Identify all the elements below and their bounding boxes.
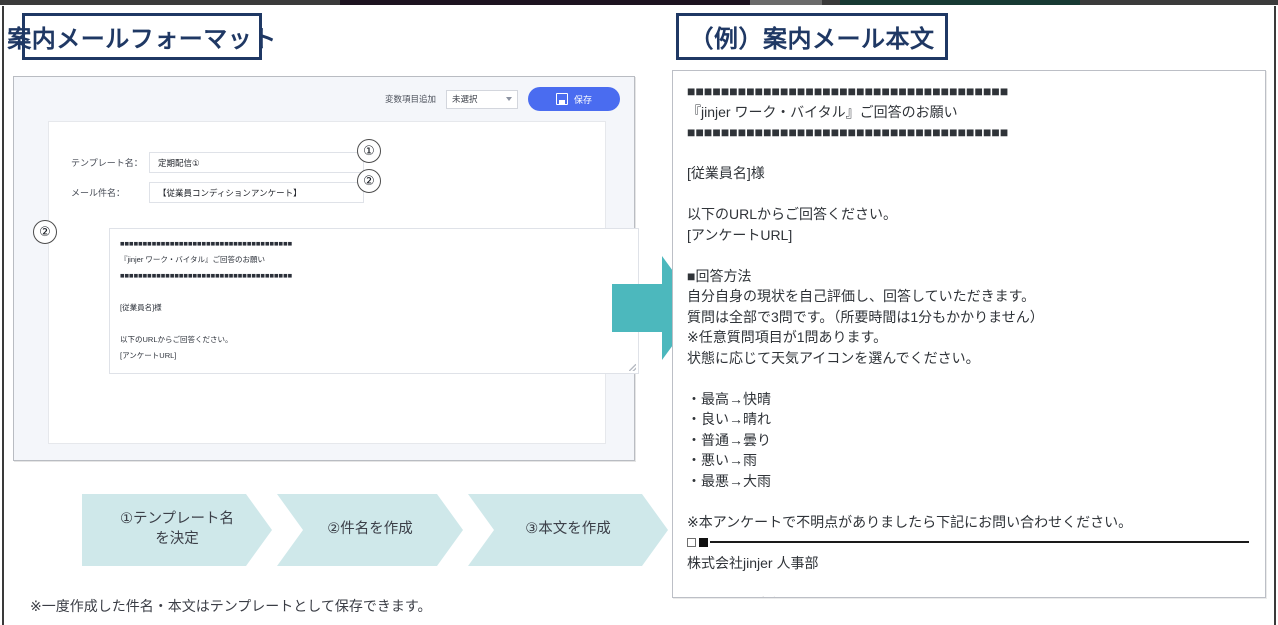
signature-top-rule (687, 532, 1251, 553)
save-button[interactable]: 保存 (528, 87, 620, 111)
variable-select[interactable]: 未選択 (446, 90, 518, 109)
template-name-row: テンプレート名： 定期配信① (71, 152, 364, 173)
mail-subject-label: メール件名： (71, 186, 149, 199)
template-name-input[interactable]: 定期配信① (149, 152, 364, 173)
footnote-text: ※一度作成した件名・本文はテンプレートとして保存できます。 (30, 596, 432, 616)
app-toolbar: 変数項目追加 未選択 保存 (385, 87, 620, 111)
step-chevron-1-label: ①テンプレート名 を決定 (120, 510, 234, 549)
step-chevron-2-label: ②件名を作成 (327, 520, 413, 540)
step-chevron-3: ③本文を作成 (468, 494, 668, 566)
slide-root: 案内メールフォーマット 変数項目追加 未選択 保存 テンプレート名： 定期配信①… (0, 0, 1278, 625)
page-frame-right-border (1274, 6, 1276, 625)
left-section-title-text: 案内メールフォーマット (7, 19, 277, 54)
process-steps: ①テンプレート名 を決定 ②件名を作成 ③本文を作成 (82, 494, 673, 566)
mail-subject-input[interactable]: 【従業員コンディションアンケート】 (149, 182, 364, 203)
mail-subject-row: メール件名： 【従業員コンディションアンケート】 (71, 182, 364, 203)
mail-preview-box: ■■■■■■■■■■■■■■■■■■■■■■■■■■■■■■■■■■■■■■ 『… (672, 70, 1266, 598)
page-frame-left-border (2, 6, 4, 625)
signature-company: 株式会社jinjer 人事部 (687, 553, 1251, 574)
signature-spacer (687, 573, 1251, 594)
mail-preview-body: ■■■■■■■■■■■■■■■■■■■■■■■■■■■■■■■■■■■■■■ 『… (687, 81, 1251, 532)
marker-circle-2: ② (357, 169, 381, 193)
app-screenshot-panel: 変数項目追加 未選択 保存 テンプレート名： 定期配信① メール件名： 【従業員… (13, 76, 635, 461)
top-chrome-strip (0, 0, 1278, 5)
step-chevron-3-label: ③本文を作成 (525, 520, 611, 540)
chevron-down-icon (506, 97, 512, 101)
resize-handle-icon[interactable] (629, 364, 636, 371)
signature-person: ジンジャー太郎 (687, 594, 1251, 599)
step-chevron-2: ②件名を作成 (277, 494, 463, 566)
variable-add-label: 変数項目追加 (385, 93, 436, 105)
right-section-title-text: （例）案内メール本文 (690, 19, 935, 54)
left-section-title: 案内メールフォーマット (22, 13, 262, 60)
floppy-disk-icon (556, 93, 568, 105)
save-button-label: 保存 (574, 93, 592, 106)
marker-circle-3: ② (33, 220, 57, 244)
mail-body-textarea[interactable]: ■■■■■■■■■■■■■■■■■■■■■■■■■■■■■■■■■■■■■■ 『… (109, 228, 639, 374)
horizontal-rule (710, 541, 1249, 543)
open-square-icon (687, 538, 696, 547)
mail-body-textarea-text: ■■■■■■■■■■■■■■■■■■■■■■■■■■■■■■■■■■■■■■ 『… (120, 236, 628, 374)
filled-square-icon (699, 538, 708, 547)
right-section-title: （例）案内メール本文 (676, 13, 948, 60)
step-chevron-1: ①テンプレート名 を決定 (82, 494, 272, 566)
variable-select-value: 未選択 (452, 93, 478, 105)
template-form-card: テンプレート名： 定期配信① メール件名： 【従業員コンディションアンケート】 … (48, 121, 606, 444)
template-name-label: テンプレート名： (71, 156, 149, 169)
marker-circle-1: ① (357, 139, 381, 163)
